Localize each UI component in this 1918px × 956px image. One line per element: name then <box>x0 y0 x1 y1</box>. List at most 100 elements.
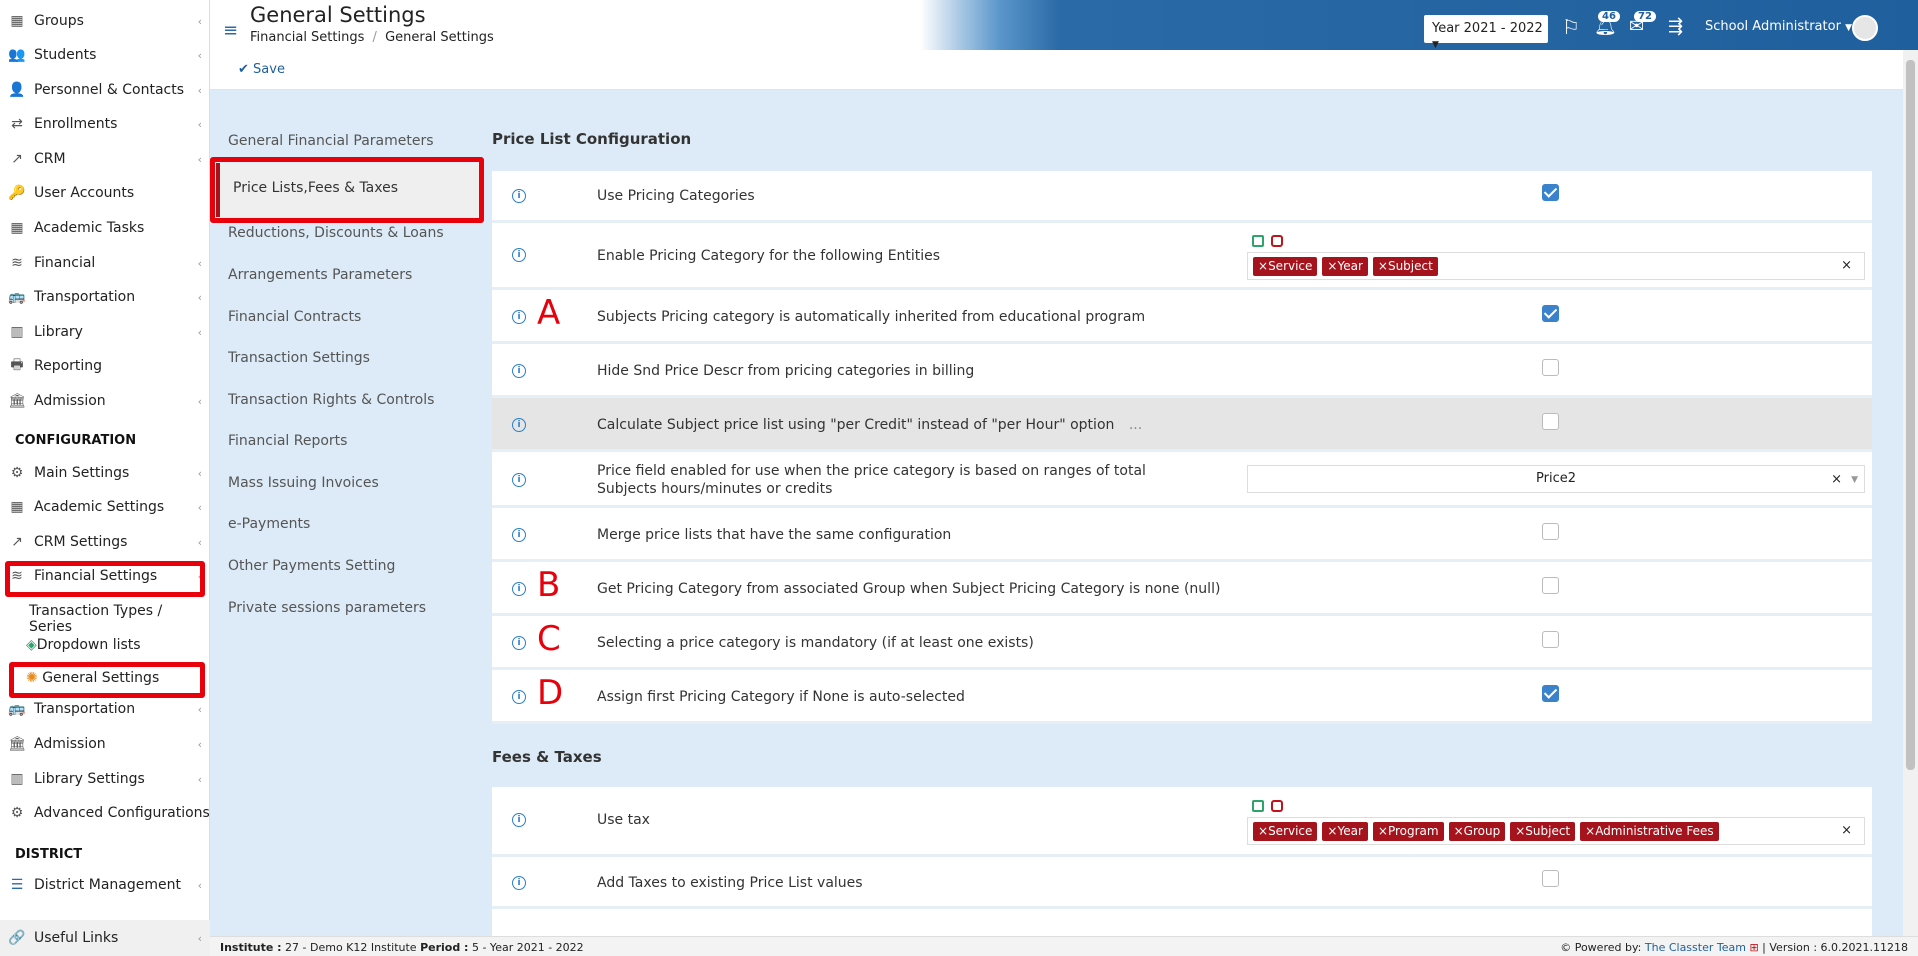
settings-menu-item[interactable]: e-Payments <box>228 516 310 532</box>
info-icon[interactable]: i <box>512 636 526 650</box>
toolbar <box>210 50 1918 90</box>
info-icon[interactable]: i <box>512 876 526 890</box>
settings-menu-item-active[interactable]: Price Lists,Fees & Taxes <box>233 180 398 196</box>
sidebar-item-groups[interactable]: ▦ Groups ‹ <box>0 4 210 38</box>
tag[interactable]: ×Administrative Fees <box>1580 822 1719 841</box>
sidebar-item-district-management[interactable]: ☰ District Management ‹ <box>0 868 210 902</box>
tag[interactable]: ×Group <box>1448 822 1506 841</box>
institute-value: 27 - Demo K12 Institute <box>285 941 417 954</box>
checkbox[interactable] <box>1542 413 1559 430</box>
checkbox[interactable] <box>1542 685 1559 702</box>
info-icon[interactable]: i <box>512 528 526 542</box>
sidebar-item-academic-tasks[interactable]: ▦ Academic Tasks <box>0 211 210 245</box>
sidebar-item-academic-settings[interactable]: ▦ Academic Settings ‹ <box>0 490 210 524</box>
breadcrumb-item[interactable]: Financial Settings <box>250 30 364 45</box>
year-select[interactable]: Year 2021 - 2022 ▼ <box>1424 15 1548 50</box>
scrollbar[interactable] <box>1903 50 1918 936</box>
tag[interactable]: ×Subject <box>1510 822 1576 841</box>
checkbox[interactable] <box>1542 359 1559 376</box>
sidebar-item-library[interactable]: ▥ Library ‹ <box>0 315 210 349</box>
period-value: 5 - Year 2021 - 2022 <box>471 941 584 954</box>
tasks-icon[interactable]: ⇶ <box>1668 16 1683 37</box>
settings-menu-item[interactable]: Financial Contracts <box>228 309 361 325</box>
sidebar-item-advanced-configurations[interactable]: ⚙ Advanced Configurations <box>0 796 210 830</box>
sidebar-item-user-accounts[interactable]: 🔑 User Accounts <box>0 176 210 210</box>
hamburger-icon[interactable]: ≡ <box>223 20 238 41</box>
info-icon[interactable]: i <box>512 189 526 203</box>
flag-icon[interactable]: ⚐ <box>1562 15 1580 39</box>
select-all-icon[interactable] <box>1252 800 1264 812</box>
user-menu[interactable]: School Administrator ▼ <box>1705 19 1852 34</box>
settings-menu-item[interactable]: Transaction Settings <box>228 350 370 366</box>
settings-menu-item[interactable]: Transaction Rights & Controls <box>228 392 434 408</box>
useful-links[interactable]: 🔗 Useful Links ‹ <box>0 921 210 955</box>
clear-all-icon[interactable] <box>1271 800 1283 812</box>
checkbox[interactable] <box>1542 305 1559 322</box>
sidebar-item-crm[interactable]: ↗ CRM ‹ <box>0 142 210 176</box>
info-icon[interactable]: i <box>512 813 526 827</box>
clear-icon[interactable]: × <box>1841 823 1852 838</box>
settings-menu-item[interactable]: Private sessions parameters <box>228 600 426 616</box>
tag[interactable]: ×Service <box>1253 257 1318 276</box>
more-button[interactable]: ... <box>1129 417 1142 433</box>
save-button[interactable]: ✔ Save <box>238 62 285 77</box>
checkbox[interactable] <box>1542 184 1559 201</box>
sidebar-sub-general-settings[interactable]: ✺ General Settings <box>26 670 159 686</box>
crm-settings-icon: ↗ <box>11 534 23 550</box>
info-icon[interactable]: i <box>512 364 526 378</box>
sidebar-item-financial-settings[interactable]: ≋ Financial Settings ‹ <box>0 559 210 593</box>
sidebar-sub-dropdown-lists[interactable]: ◈Dropdown lists <box>26 637 141 653</box>
entities-multiselect[interactable]: ×Service ×Year ×Subject × <box>1247 252 1865 280</box>
info-icon[interactable]: i <box>512 582 526 596</box>
sidebar-item-students[interactable]: 👥 Students ‹ <box>0 38 210 72</box>
select-all-icon[interactable] <box>1252 235 1264 247</box>
caret-down-icon[interactable]: ▼ <box>1851 467 1858 493</box>
checkbox[interactable] <box>1542 870 1559 887</box>
settings-menu-item[interactable]: General Financial Parameters <box>228 133 434 149</box>
tag[interactable]: ×Service <box>1253 822 1318 841</box>
sidebar-item-admission[interactable]: 🏛 Admission ‹ <box>0 384 210 418</box>
settings-menu-item[interactable]: Financial Reports <box>228 433 347 449</box>
sidebar-item-personnel[interactable]: 👤 Personnel & Contacts ‹ <box>0 73 210 107</box>
tax-multiselect[interactable]: ×Service ×Year ×Program ×Group ×Subject ×Admi… <box>1247 817 1865 845</box>
sidebar-sub-transaction-types[interactable]: Transaction Types / Series <box>29 603 209 635</box>
mail-count-badge: 72 <box>1634 11 1656 22</box>
sidebar-item-enrollments[interactable]: ⇄ Enrollments ‹ <box>0 107 210 141</box>
academic-tasks-icon: ▦ <box>10 220 24 236</box>
tag[interactable]: ×Year <box>1322 822 1368 841</box>
checkbox[interactable] <box>1542 523 1559 540</box>
sidebar-item-financial[interactable]: ≋ Financial ‹ <box>0 246 210 280</box>
sidebar-item-main-settings[interactable]: ⚙ Main Settings ‹ <box>0 456 210 490</box>
check-icon: ✔ <box>238 62 249 77</box>
scrollbar-thumb[interactable] <box>1906 60 1915 770</box>
info-icon[interactable]: i <box>512 418 526 432</box>
info-icon[interactable]: i <box>512 248 526 262</box>
sidebar-item-reporting[interactable]: 🖶 Reporting <box>0 349 210 383</box>
settings-menu-item[interactable]: Mass Issuing Invoices <box>228 475 379 491</box>
info-icon[interactable]: i <box>512 690 526 704</box>
price-field-select[interactable]: Price2 × ▼ <box>1247 465 1865 493</box>
settings-menu-item[interactable]: Other Payments Setting <box>228 558 395 574</box>
caret-down-icon: ▼ <box>1845 23 1852 33</box>
tag[interactable]: ×Program <box>1372 822 1444 841</box>
sidebar-item-crm-settings[interactable]: ↗ CRM Settings ‹ <box>0 525 210 559</box>
clear-icon[interactable]: × <box>1841 258 1852 273</box>
checkbox[interactable] <box>1542 631 1559 648</box>
avatar[interactable] <box>1852 15 1878 41</box>
powered-link[interactable]: The Classter Team <box>1645 941 1746 954</box>
settings-menu-item[interactable]: Reductions, Discounts & Loans <box>228 225 444 241</box>
sidebar-item-admission-settings[interactable]: 🏛 Admission ‹ <box>0 727 210 761</box>
sidebar-item-transportation-settings[interactable]: 🚌 Transportation ‹ <box>0 692 210 726</box>
chevron-left-icon: ‹ <box>197 535 202 549</box>
clear-all-icon[interactable] <box>1271 235 1283 247</box>
clear-icon[interactable]: × <box>1831 467 1842 493</box>
tag[interactable]: ×Year <box>1322 257 1368 276</box>
info-icon[interactable]: i <box>512 473 526 487</box>
sidebar-item-transportation[interactable]: 🚌 Transportation ‹ <box>0 280 210 314</box>
checkbox[interactable] <box>1542 577 1559 594</box>
info-icon[interactable]: i <box>512 310 526 324</box>
chevron-left-icon: ‹ <box>197 500 202 514</box>
settings-menu-item[interactable]: Arrangements Parameters <box>228 267 412 283</box>
tag[interactable]: ×Subject <box>1372 257 1438 276</box>
sidebar-item-library-settings[interactable]: ▥ Library Settings ‹ <box>0 762 210 796</box>
